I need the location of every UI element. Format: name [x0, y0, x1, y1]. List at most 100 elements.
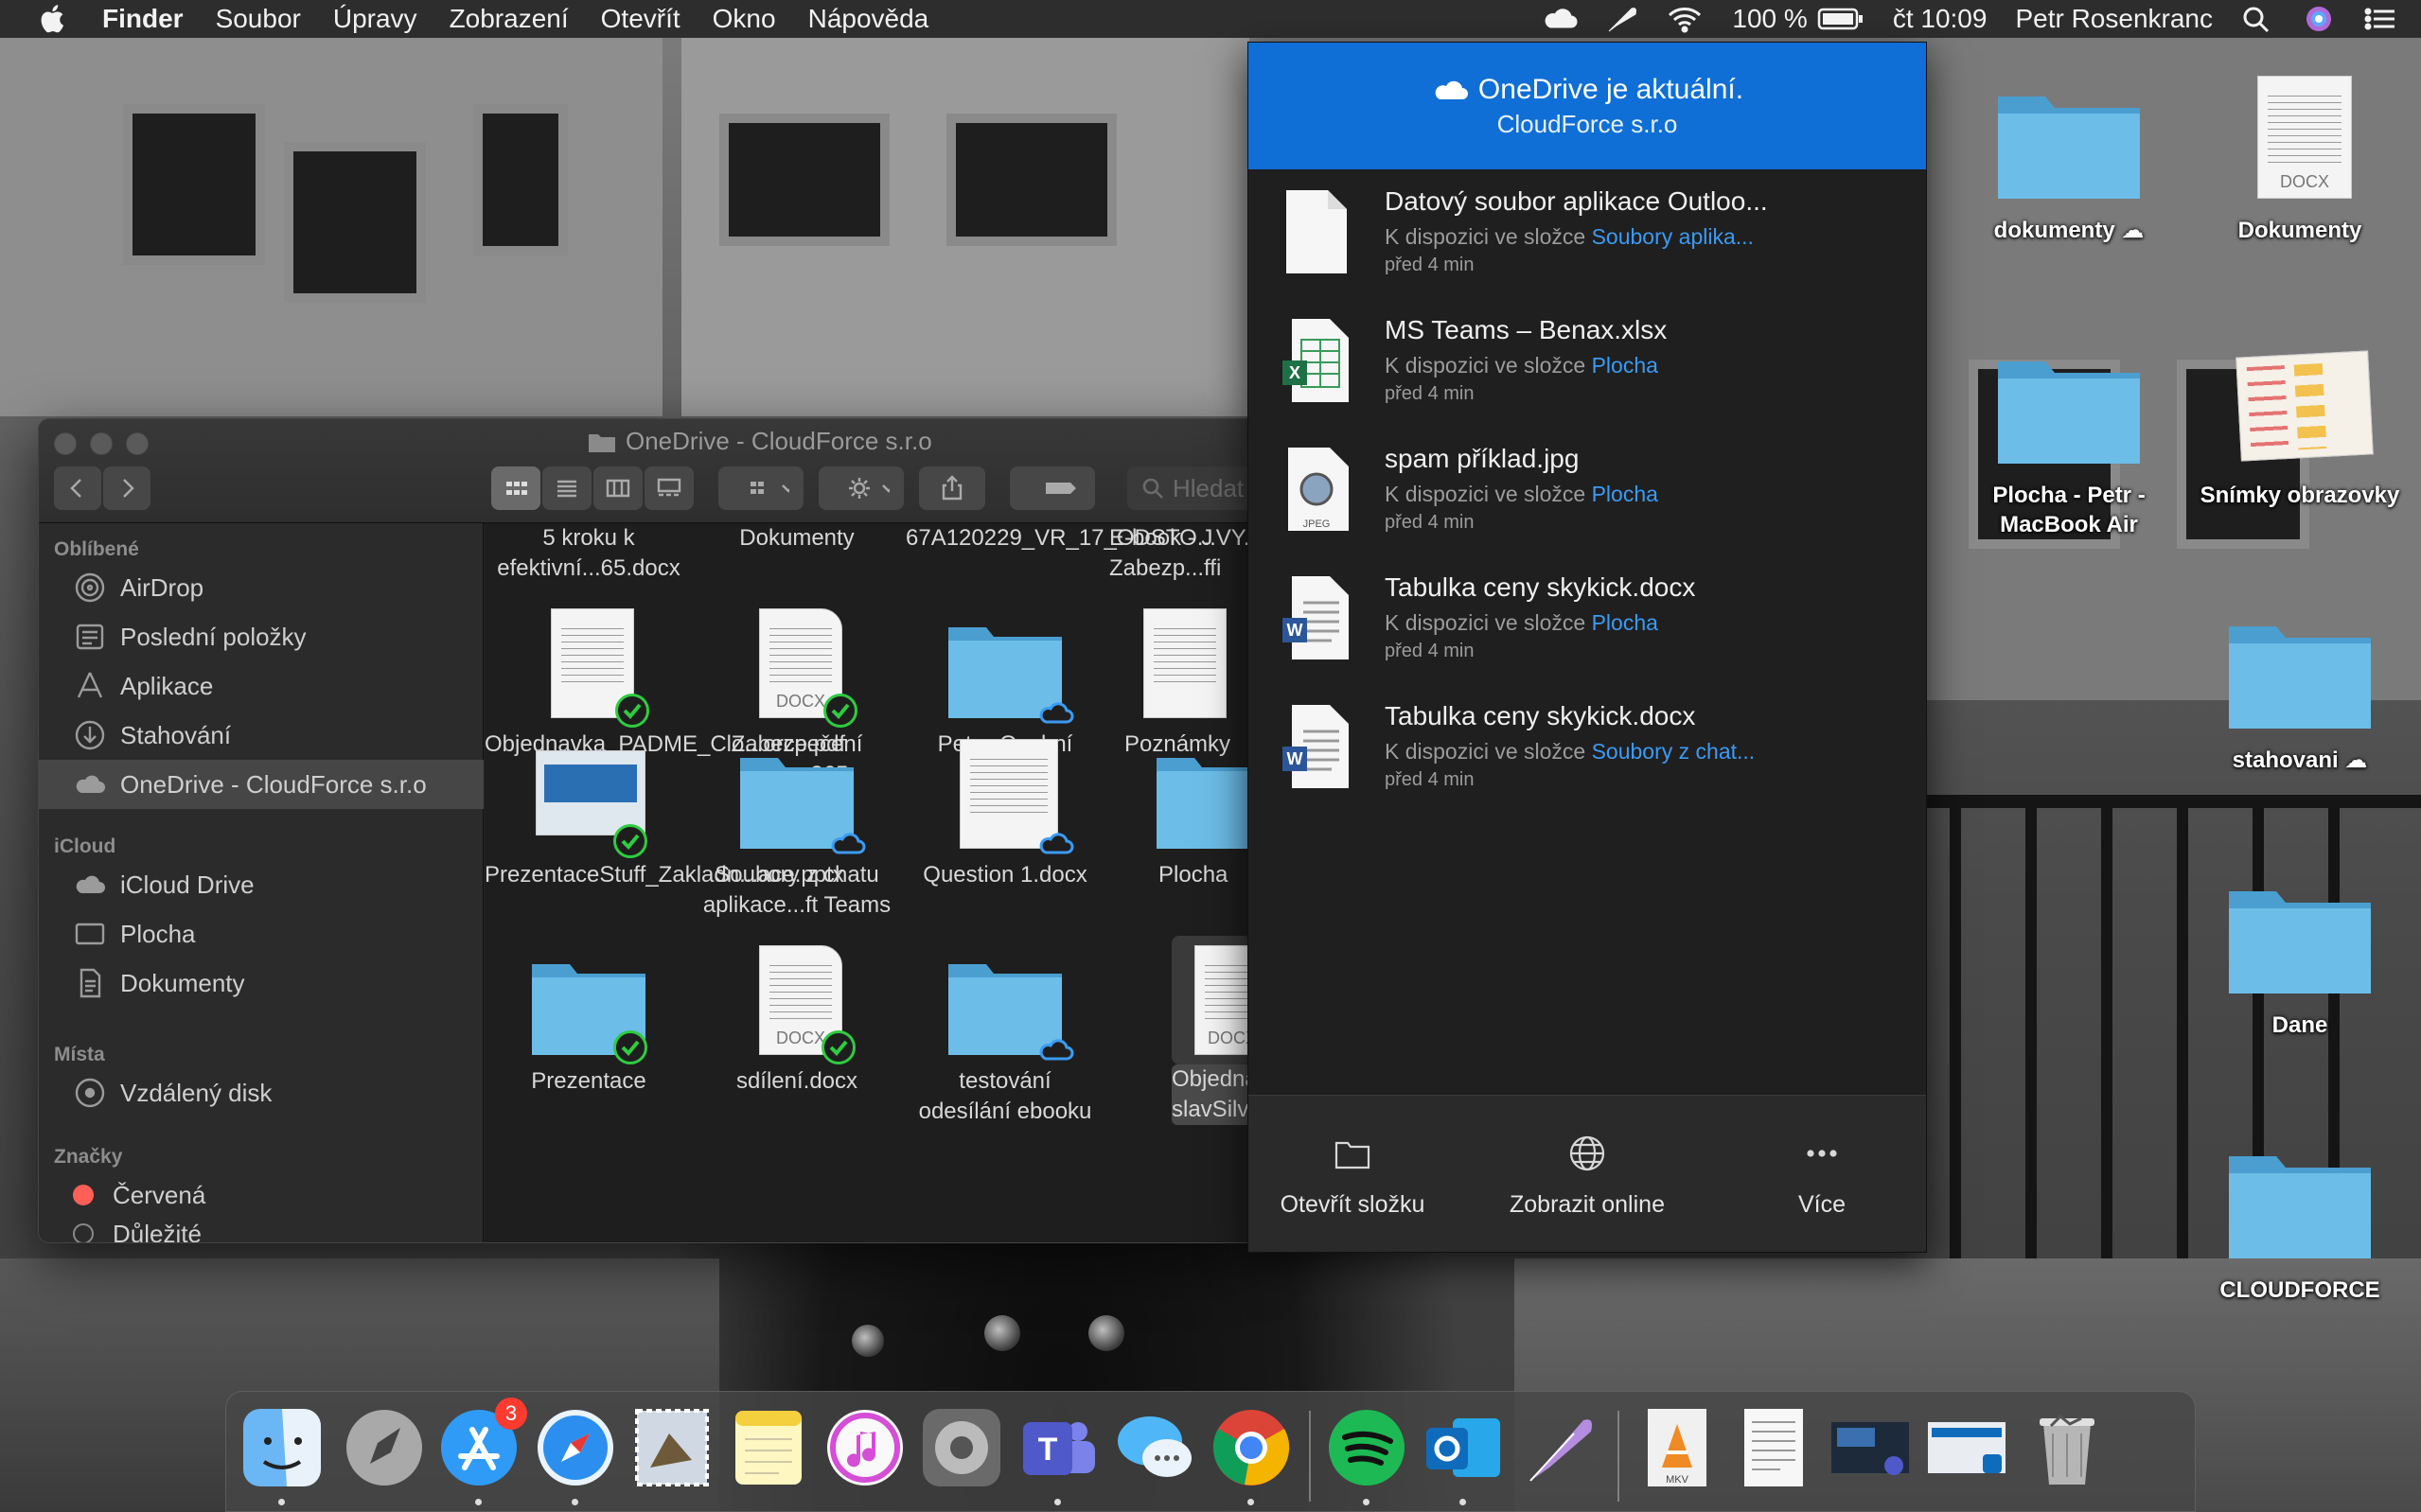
sidebar-item-onedrive[interactable]: OneDrive - CloudForce s.r.o — [39, 760, 484, 809]
dock-trash[interactable] — [2024, 1405, 2110, 1490]
apple-menu-icon[interactable] — [38, 3, 70, 35]
file-item-soubory-z-chatu[interactable]: Soubory z chatu aplikace...ft Teams — [693, 739, 901, 921]
file-item-poznamky[interactable]: Poznámky — [1109, 608, 1248, 760]
minimize-window-button[interactable] — [90, 432, 113, 455]
dock-notes[interactable] — [726, 1405, 811, 1490]
dock-mail[interactable] — [629, 1405, 715, 1490]
activity-folder-link[interactable]: Soubory z chat... — [1592, 739, 1756, 764]
open-folder-button[interactable]: Otevřít složku — [1248, 1096, 1457, 1253]
dock-finder[interactable] — [239, 1405, 325, 1505]
svg-text:JPEG: JPEG — [1303, 519, 1331, 530]
clock[interactable]: čt 10:09 — [1893, 4, 1988, 34]
dock-launchpad[interactable] — [342, 1405, 427, 1490]
battery-percent: 100 % — [1732, 4, 1808, 33]
menu-zobrazeni[interactable]: Zobrazení — [450, 4, 569, 34]
tags-button[interactable] — [1010, 466, 1095, 510]
sidebar-item-applications[interactable]: Aplikace — [39, 661, 484, 711]
file-item-sdileni[interactable]: DOCX sdílení.docx — [693, 945, 901, 1097]
menu-soubor[interactable]: Soubor — [216, 4, 301, 34]
spotlight-search-icon[interactable] — [2237, 5, 2275, 33]
dock-chrome[interactable] — [1209, 1405, 1294, 1505]
sidebar-tag-important[interactable]: Důležité — [39, 1220, 484, 1242]
gallery-view-button[interactable] — [645, 466, 694, 510]
dock-system-preferences[interactable] — [919, 1405, 1004, 1490]
activity-folder-link[interactable]: Plocha — [1592, 482, 1658, 506]
file-item-plocha[interactable]: Plocha — [1109, 739, 1248, 890]
back-button[interactable] — [54, 466, 101, 510]
notification-center-icon[interactable] — [2362, 5, 2400, 33]
desktop-item-snimky[interactable]: Snímky obrazovky — [2186, 341, 2413, 510]
activity-item[interactable]: JPEG spam příklad.jpg K dispozici ve slo… — [1248, 429, 1926, 557]
menu-app-finder[interactable]: Finder — [102, 4, 184, 34]
dock-feather[interactable] — [1517, 1405, 1602, 1490]
onedrive-cloud-icon[interactable] — [1541, 5, 1579, 33]
desktop-item-dokumenty[interactable]: dokumenty ☁ — [1955, 76, 2182, 245]
dock-teams[interactable]: T — [1016, 1405, 1101, 1505]
file-item-objednavka-pdf[interactable]: Objednavka_PADME_Clo...orce.pdf — [485, 608, 845, 760]
sidebar-item-downloads[interactable]: Stahování — [39, 711, 484, 760]
dock-outlook[interactable] — [1421, 1405, 1506, 1505]
view-online-button[interactable]: Zobrazit online — [1483, 1096, 1691, 1253]
activity-item[interactable]: W Tabulka ceny skykick.docx K dispozici … — [1248, 686, 1926, 815]
file-item-petr-osobni[interactable]: Petr - Osobní — [901, 608, 1109, 760]
sidebar-item-documents[interactable]: Dokumenty — [39, 958, 484, 1008]
activity-item[interactable]: Datový soubor aplikace Outloo... K dispo… — [1248, 171, 1926, 300]
dock-vlc-file[interactable]: MKV — [1635, 1405, 1720, 1490]
sidebar-item-recents[interactable]: Poslední položky — [39, 612, 484, 661]
file-item-prezentace[interactable]: Prezentace — [485, 945, 693, 1097]
list-view-button[interactable] — [542, 466, 592, 510]
sidebar-item-remote-disk[interactable]: Vzdálený disk — [39, 1068, 484, 1117]
sidebar-item-icloud-drive[interactable]: iCloud Drive — [39, 860, 484, 909]
file-item[interactable]: 5 kroku k efektivní...65.docx — [485, 523, 693, 584]
file-item-prezentace-pptx[interactable]: PrezentaceStuff_Zakladn...ace.pptx — [485, 739, 844, 890]
file-item[interactable]: Dokumenty — [693, 523, 901, 554]
activity-item[interactable]: X MS Teams – Benax.xlsx K dispozici ve s… — [1248, 300, 1926, 429]
menu-napoveda[interactable]: Nápověda — [808, 4, 929, 34]
sidebar-item-airdrop[interactable]: AirDrop — [39, 563, 484, 612]
desktop-item-dane[interactable]: Dane — [2186, 870, 2413, 1040]
dock-screenshot-file-2[interactable] — [1924, 1405, 2009, 1490]
file-item-testovani[interactable]: testování odesílání ebooku — [901, 945, 1109, 1127]
user-name[interactable]: Petr Rosenkranc — [2015, 4, 2213, 34]
siri-icon[interactable] — [2300, 5, 2338, 33]
desktop-item-stahovani[interactable]: stahovani ☁ — [2186, 606, 2413, 775]
column-view-button[interactable] — [593, 466, 643, 510]
feather-icon[interactable] — [1603, 5, 1641, 33]
menu-otevrit[interactable]: Otevřít — [601, 4, 680, 34]
activity-folder-link[interactable]: Plocha — [1592, 610, 1658, 635]
file-item[interactable]: E-book - J Zabezp...ffi — [1109, 523, 1248, 584]
icon-view-button[interactable] — [491, 466, 540, 510]
group-by-button[interactable] — [718, 466, 804, 510]
dock-safari[interactable] — [533, 1405, 618, 1505]
zoom-window-button[interactable] — [126, 432, 149, 455]
sidebar-item-desktop[interactable]: Plocha — [39, 909, 484, 958]
activity-item[interactable]: W Tabulka ceny skykick.docx K dispozici … — [1248, 557, 1926, 686]
dock-app-store[interactable]: 3 — [436, 1398, 527, 1505]
file-item-objednavka-selected[interactable]: DOCX Objednavk slavSilv — [1172, 936, 1248, 1125]
sidebar-header-favorites: Oblíbené — [54, 538, 139, 560]
file-item-question[interactable]: Question 1.docx — [901, 739, 1109, 890]
activity-folder-link[interactable]: Soubory aplika... — [1592, 224, 1754, 249]
dock-itunes[interactable] — [822, 1405, 908, 1490]
desktop-item-dokumenty-docx[interactable]: DOCX Dokumenty — [2186, 76, 2413, 245]
sidebar-tag-red[interactable]: Červená — [39, 1170, 484, 1220]
menu-upravy[interactable]: Úpravy — [333, 4, 417, 34]
share-button[interactable] — [919, 466, 985, 510]
synced-check-icon — [615, 694, 649, 728]
action-menu-button[interactable] — [819, 466, 904, 510]
dock-document-file[interactable] — [1731, 1405, 1816, 1490]
desktop-item-plocha[interactable]: Plocha - Petr - MacBook Air — [1955, 341, 2182, 539]
desktop-item-cloudforce[interactable]: CLOUDFORCE — [2186, 1135, 2413, 1305]
dock-spotify[interactable] — [1324, 1405, 1409, 1505]
file-item[interactable]: 67A120229_VR_17_ODSTO...VY.docx — [901, 523, 1248, 554]
search-field[interactable]: Hledat — [1127, 466, 1248, 510]
close-window-button[interactable] — [54, 432, 77, 455]
dock-messages[interactable] — [1112, 1405, 1197, 1490]
wifi-icon[interactable] — [1666, 5, 1704, 33]
activity-folder-link[interactable]: Plocha — [1592, 353, 1658, 378]
dock-screenshot-file[interactable] — [1828, 1405, 1913, 1490]
battery-icon[interactable] — [1817, 5, 1864, 33]
more-button[interactable]: Více — [1718, 1096, 1926, 1253]
forward-button[interactable] — [103, 466, 150, 510]
menu-okno[interactable]: Okno — [713, 4, 776, 34]
